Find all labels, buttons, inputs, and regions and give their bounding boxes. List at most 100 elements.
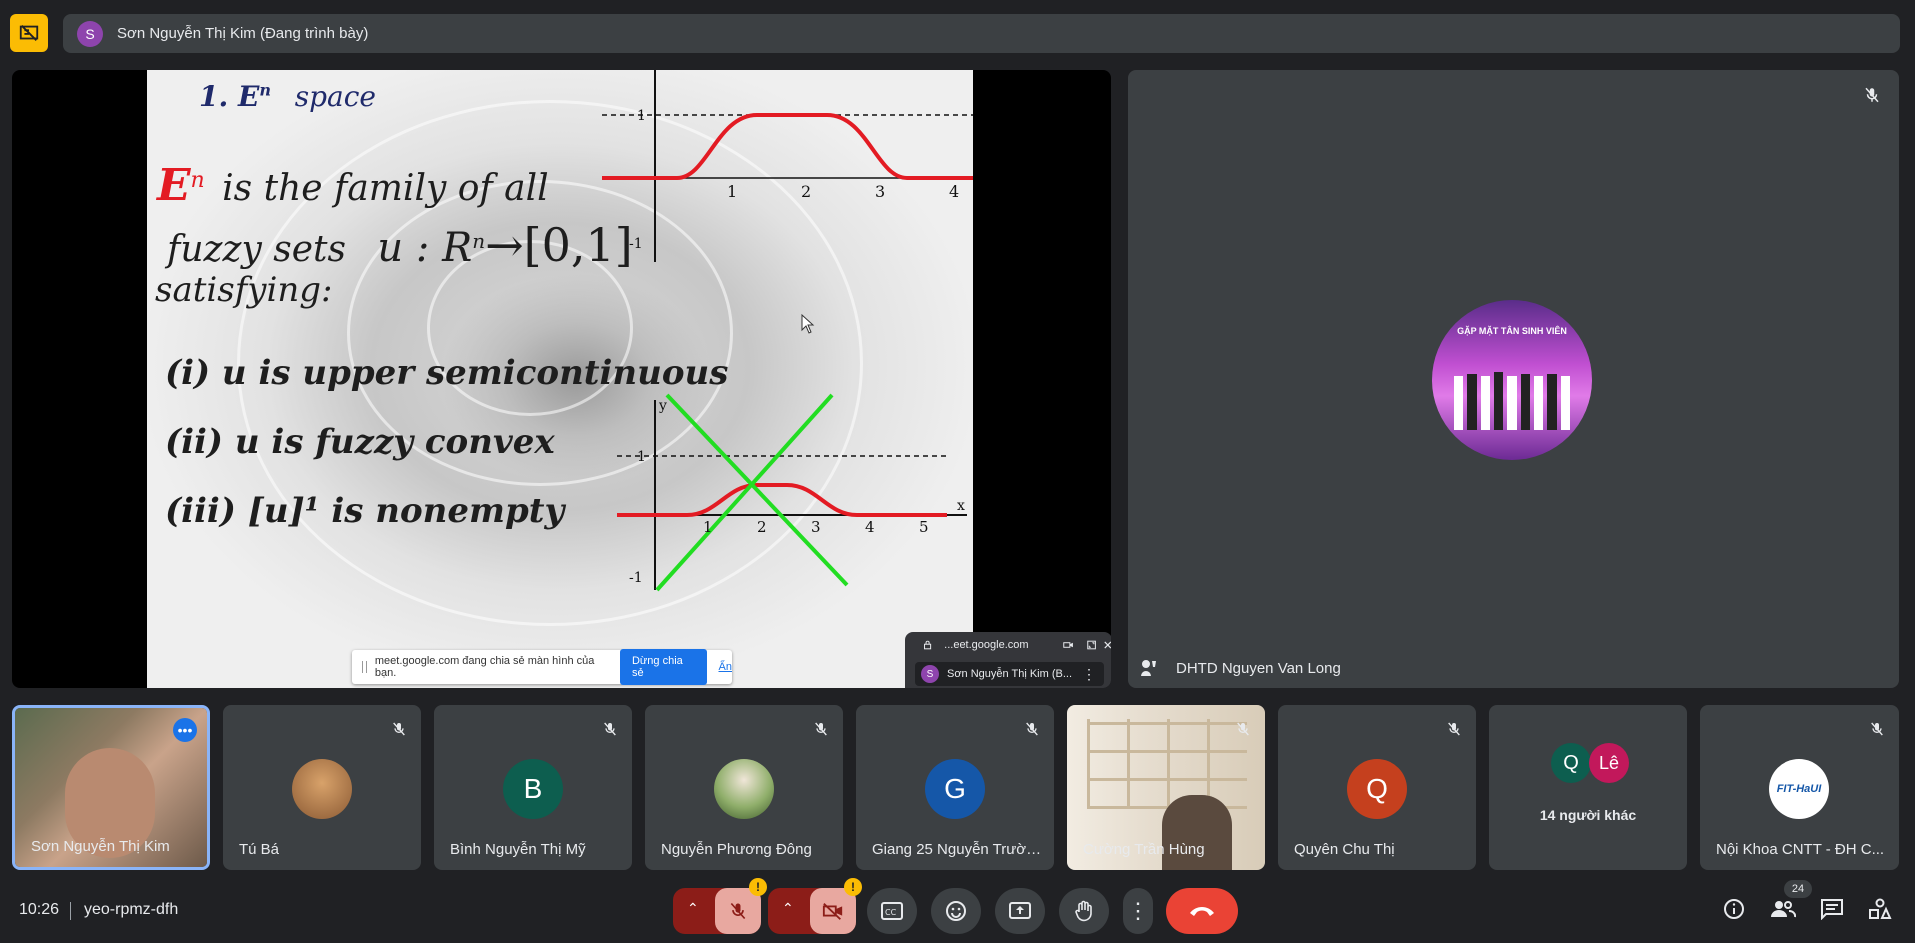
mouse-cursor-icon bbox=[801, 313, 815, 334]
logo-avatar: FIT-HaUI bbox=[1769, 759, 1829, 819]
mic-off-icon bbox=[730, 902, 746, 920]
mic-off-icon bbox=[1448, 722, 1460, 736]
graph2-tick: 4 bbox=[865, 518, 875, 536]
participant-tile[interactable]: ••• Sơn Nguyễn Thị Kim bbox=[12, 705, 210, 870]
emoji-button[interactable] bbox=[931, 888, 981, 934]
mini-participant-name: Sơn Nguyễn Thị Kim (B... bbox=[947, 668, 1073, 680]
clock: 10:26 bbox=[19, 901, 60, 918]
more-options-icon[interactable]: ••• bbox=[173, 718, 197, 742]
participant-name: Nội Khoa CNTT - ĐH C... bbox=[1716, 841, 1885, 858]
close-icon[interactable] bbox=[1104, 640, 1111, 650]
mini-participant-row[interactable]: S Sơn Nguyễn Thị Kim (B... ⋮ bbox=[915, 662, 1104, 686]
share-message: meet.google.com đang chia sẻ màn hình củ… bbox=[374, 655, 595, 679]
graph1-tick: 2 bbox=[801, 182, 811, 201]
initial-avatar: G bbox=[925, 759, 985, 819]
participant-tile[interactable]: B Bình Nguyễn Thị Mỹ bbox=[434, 705, 632, 870]
present-button[interactable] bbox=[995, 888, 1045, 934]
info-icon[interactable] bbox=[1723, 898, 1745, 920]
mic-off-icon bbox=[1026, 722, 1038, 736]
participant-strip: ••• Sơn Nguyễn Thị Kim Tú Bá B Bình Nguy… bbox=[0, 705, 1915, 870]
others-avatar: Q bbox=[1551, 743, 1591, 783]
captions-icon: CC bbox=[881, 902, 903, 920]
activities-icon[interactable] bbox=[1868, 898, 1892, 920]
participant-name: Giang 25 Nguyễn Trường bbox=[872, 841, 1042, 858]
more-options-icon[interactable]: ⋮ bbox=[1082, 666, 1096, 683]
cross-line-1 bbox=[665, 393, 849, 587]
initial-avatar: B bbox=[503, 759, 563, 819]
present-screen-icon bbox=[1009, 902, 1031, 919]
participant-name: Tú Bá bbox=[239, 841, 280, 858]
camera-off-button[interactable]: ! bbox=[810, 878, 862, 934]
mic-control[interactable]: ⌃ ! bbox=[673, 878, 767, 934]
graph1-y-label: -1 bbox=[629, 236, 643, 252]
more-vert-icon: ⋮ bbox=[1127, 898, 1149, 923]
mic-off-icon bbox=[815, 722, 827, 736]
camera-icon[interactable] bbox=[1062, 639, 1074, 651]
mic-off-button[interactable]: ! bbox=[715, 878, 767, 934]
graph2-tick: 1 bbox=[703, 518, 713, 536]
participant-name: Nguyễn Phương Đông bbox=[661, 841, 812, 858]
control-bar: 10:26 yeo-rpmz-dfh ⌃ ! ⌃ ! CC ⋮ 24 bbox=[0, 878, 1915, 943]
shared-screen: 1. En space En is the family of all fuzz… bbox=[12, 70, 1111, 688]
avatar-banner-text: GẶP MẶT TÂN SINH VIÊN bbox=[1457, 326, 1567, 336]
main-participant-tile[interactable]: GẶP MẶT TÂN SINH VIÊN DHTD Nguyen Van Lo… bbox=[1128, 70, 1899, 688]
presenter-avatar: S bbox=[77, 20, 103, 47]
picture-in-picture-window: ...eet.google.com S Sơn Nguyễn Thị Kim (… bbox=[905, 632, 1111, 688]
graph2-curve bbox=[617, 483, 947, 517]
graph2-y-label: -1 bbox=[629, 570, 643, 586]
presenter-label: Sơn Nguyễn Thị Kim (Đang trình bày) bbox=[117, 25, 369, 42]
hide-link[interactable]: Ẩn bbox=[719, 661, 732, 673]
more-options-button[interactable]: ⋮ bbox=[1123, 888, 1153, 934]
people-icon[interactable] bbox=[1770, 898, 1796, 920]
captions-button[interactable]: CC bbox=[867, 888, 917, 934]
participant-tile[interactable]: Nguyễn Phương Đông bbox=[645, 705, 843, 870]
end-call-icon bbox=[1190, 907, 1214, 916]
participant-tile[interactable]: Q Quyên Chu Thị bbox=[1278, 705, 1476, 870]
meeting-code: yeo-rpmz-dfh bbox=[84, 901, 179, 918]
participant-name: Bình Nguyễn Thị Mỹ bbox=[450, 841, 586, 858]
svg-text:CC: CC bbox=[885, 908, 897, 917]
presenter-banner[interactable]: S Sơn Nguyễn Thị Kim (Đang trình bày) bbox=[63, 14, 1900, 53]
participant-tile[interactable]: G Giang 25 Nguyễn Trường bbox=[856, 705, 1054, 870]
participant-tile[interactable]: Tú Bá bbox=[223, 705, 421, 870]
drag-handle-icon[interactable] bbox=[362, 661, 367, 673]
camera-control[interactable]: ⌃ ! bbox=[768, 878, 862, 934]
chevron-up-icon[interactable]: ⌃ bbox=[687, 900, 699, 917]
share-notification-bar: meet.google.com đang chia sẻ màn hình củ… bbox=[352, 649, 732, 685]
divider bbox=[70, 902, 71, 920]
graph2-y-title: y bbox=[658, 398, 667, 414]
bookshelf bbox=[1087, 719, 1247, 809]
chat-icon[interactable] bbox=[1820, 898, 1844, 920]
chevron-up-icon[interactable]: ⌃ bbox=[782, 900, 794, 917]
graph2-y-label: 1 bbox=[637, 449, 646, 465]
photo-avatar bbox=[714, 759, 774, 819]
participant-name: Cường Trần Hùng bbox=[1083, 841, 1205, 858]
graph2-tick: 3 bbox=[811, 518, 821, 536]
graph2-tick: 2 bbox=[757, 518, 767, 536]
others-tile[interactable]: Q Lê 14 người khác bbox=[1489, 705, 1687, 870]
raise-hand-button[interactable] bbox=[1059, 888, 1109, 934]
presentation-icon[interactable] bbox=[10, 14, 48, 52]
graph1-tick: 3 bbox=[875, 182, 885, 201]
mic-off-icon bbox=[393, 722, 405, 736]
others-avatar: Lê bbox=[1589, 743, 1629, 783]
people-count-badge: 24 bbox=[1784, 880, 1812, 898]
graph1-tick: 1 bbox=[727, 182, 737, 201]
participant-tile[interactable]: Cường Trần Hùng bbox=[1067, 705, 1265, 870]
cross-line-2 bbox=[655, 393, 834, 592]
pin-icon[interactable] bbox=[1140, 658, 1158, 678]
cat-avatar bbox=[292, 759, 352, 819]
expand-icon[interactable] bbox=[1087, 639, 1097, 651]
top-bar: S Sơn Nguyễn Thị Kim (Đang trình bày) bbox=[0, 0, 1915, 68]
leave-call-button[interactable] bbox=[1166, 888, 1238, 934]
emoji-icon bbox=[946, 901, 966, 921]
graph1-curve bbox=[602, 113, 973, 180]
initial-avatar: Q bbox=[1347, 759, 1407, 819]
graph2-tick: 5 bbox=[919, 518, 929, 536]
mini-avatar: S bbox=[921, 665, 939, 683]
slide: 1. En space En is the family of all fuzz… bbox=[147, 70, 973, 688]
stop-sharing-button[interactable]: Dừng chia sẻ bbox=[619, 649, 707, 685]
participant-tile[interactable]: FIT-HaUI Nội Khoa CNTT - ĐH C... bbox=[1700, 705, 1899, 870]
mini-url: ...eet.google.com bbox=[944, 639, 1029, 651]
warning-icon: ! bbox=[749, 878, 767, 896]
